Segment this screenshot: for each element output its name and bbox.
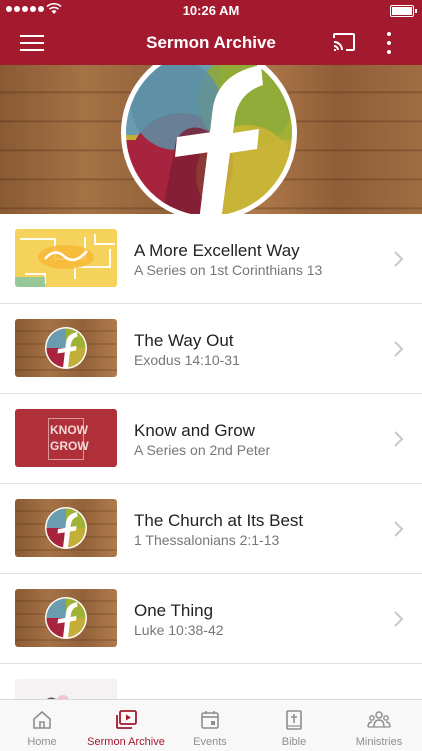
sermon-thumbnail xyxy=(15,319,117,377)
sermon-title: Know and Grow xyxy=(134,421,255,440)
chevron-right-icon xyxy=(394,431,404,447)
sermon-thumbnail: KNOW GROW xyxy=(15,409,117,467)
sermon-subtitle: Exodus 14:10-31 xyxy=(134,352,240,368)
more-vertical-icon[interactable] xyxy=(384,31,394,55)
calendar-icon xyxy=(201,711,219,729)
sermon-title: The Way Out xyxy=(134,331,234,350)
sermon-thumbnail xyxy=(15,589,117,647)
sermon-thumbnail xyxy=(15,499,117,557)
page-title: Sermon Archive xyxy=(146,33,276,52)
sermon-item[interactable]: The Church at Its Best 1 Thessalonians 2… xyxy=(0,484,422,574)
sermon-item[interactable]: A More Excellent Way A Series on 1st Cor… xyxy=(0,214,422,304)
tab-home[interactable]: Home xyxy=(0,700,84,751)
tab-bar: Home Sermon Archive Events Bible Ministr… xyxy=(0,699,422,751)
sermon-subtitle: A Series on 2nd Peter xyxy=(134,442,271,458)
church-banner xyxy=(0,65,422,214)
tab-label: Home xyxy=(27,736,57,748)
thumb-text-grow: GROW xyxy=(50,439,89,453)
tab-label: Bible xyxy=(281,736,307,748)
sermon-item[interactable]: One Thing Luke 10:38-42 xyxy=(0,574,422,664)
status-bar: 10:26 AM xyxy=(0,0,422,22)
sermon-subtitle: 1 Thessalonians 2:1-13 xyxy=(134,532,280,548)
sermon-title: The Church at Its Best xyxy=(134,511,304,530)
video-library-icon xyxy=(116,710,137,729)
top-bar: 10:26 AM Sermon Archive xyxy=(0,0,422,65)
church-logo xyxy=(121,65,297,214)
chevron-right-icon xyxy=(394,341,404,357)
thumb-text-know: KNOW xyxy=(50,423,88,437)
sermon-item[interactable]: KNOW GROW Know and Grow A Series on 2nd … xyxy=(0,394,422,484)
sermon-list: A More Excellent Way A Series on 1st Cor… xyxy=(0,214,422,737)
tab-events[interactable]: Events xyxy=(168,700,252,751)
bible-icon xyxy=(286,710,302,730)
tab-ministries[interactable]: Ministries xyxy=(336,700,422,751)
sermon-title: A More Excellent Way xyxy=(134,241,300,260)
tab-label: Sermon Archive xyxy=(87,736,165,748)
sermon-subtitle: Luke 10:38-42 xyxy=(134,622,224,638)
nav-bar: Sermon Archive xyxy=(0,22,422,65)
battery-icon xyxy=(390,5,417,17)
tab-bible[interactable]: Bible xyxy=(252,700,336,751)
chevron-right-icon xyxy=(394,611,404,627)
people-group-icon xyxy=(367,711,391,728)
chevron-right-icon xyxy=(394,251,404,267)
status-time: 10:26 AM xyxy=(182,3,240,18)
tab-label: Events xyxy=(193,736,227,748)
home-icon xyxy=(33,710,51,729)
sermon-item[interactable]: The Way Out Exodus 14:10-31 xyxy=(0,304,422,394)
sermon-title: One Thing xyxy=(134,601,214,620)
cast-icon[interactable] xyxy=(332,32,356,52)
sermon-thumbnail xyxy=(15,229,117,287)
chevron-right-icon xyxy=(394,521,404,537)
tab-sermon-archive[interactable]: Sermon Archive xyxy=(84,700,168,751)
sermon-subtitle: A Series on 1st Corinthians 13 xyxy=(134,262,323,278)
tab-label: Ministries xyxy=(355,736,403,748)
